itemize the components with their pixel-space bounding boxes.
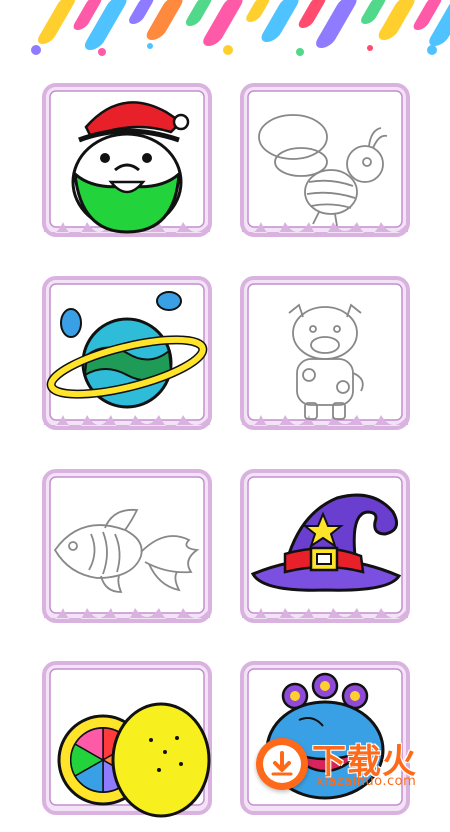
goldfish-icon — [53, 508, 200, 593]
cow-icon — [288, 303, 364, 420]
card-witch-hat[interactable] — [239, 468, 411, 640]
coloring-grid — [0, 0, 450, 818]
card-santa[interactable] — [41, 82, 213, 254]
lemon-icon — [57, 702, 211, 818]
watermark: 下载火 xiazaihuo.com — [256, 732, 442, 794]
watermark-badge — [256, 738, 308, 790]
card-lemon[interactable] — [41, 660, 213, 832]
planet-icon — [46, 291, 208, 409]
card-planet[interactable] — [41, 275, 213, 447]
witch-hat-icon — [250, 493, 402, 592]
card-goldfish[interactable] — [41, 468, 213, 640]
bee-icon — [258, 114, 388, 227]
card-cow[interactable] — [239, 275, 411, 447]
santa-icon — [71, 101, 190, 234]
download-arrow-icon — [263, 745, 301, 783]
card-bee[interactable] — [239, 82, 411, 254]
watermark-subtitle: xiazaihuo.com — [316, 774, 417, 789]
